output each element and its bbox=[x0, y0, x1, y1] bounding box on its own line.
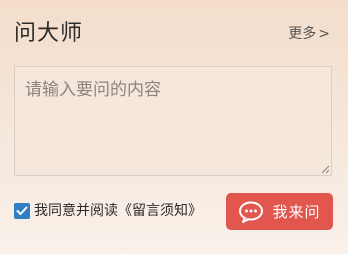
checkmark-icon bbox=[16, 206, 28, 215]
agreement-text: 我同意并阅读《留言须知》 bbox=[34, 202, 202, 220]
more-link[interactable]: 更多 > bbox=[288, 25, 330, 43]
ask-button-label: 我来问 bbox=[272, 203, 321, 221]
question-input[interactable] bbox=[15, 67, 331, 175]
chat-bubble-icon bbox=[239, 201, 264, 223]
agreement-prefix: 我同意并阅读 bbox=[34, 203, 118, 219]
chevron-right-icon: > bbox=[318, 26, 330, 42]
agreement-row: 我同意并阅读《留言须知》 bbox=[14, 202, 202, 220]
more-label: 更多 bbox=[288, 26, 317, 42]
panel-title: 问大师 bbox=[14, 21, 84, 46]
question-input-wrapper bbox=[14, 66, 332, 176]
agree-checkbox[interactable] bbox=[14, 203, 30, 219]
ask-master-panel: 问大师 更多 > 我同意并阅读《留言须知》 我来问 bbox=[0, 0, 348, 254]
ask-button[interactable]: 我来问 bbox=[226, 193, 333, 230]
notice-link[interactable]: 《留言须知》 bbox=[118, 203, 202, 219]
resize-grip-icon[interactable] bbox=[321, 165, 330, 174]
